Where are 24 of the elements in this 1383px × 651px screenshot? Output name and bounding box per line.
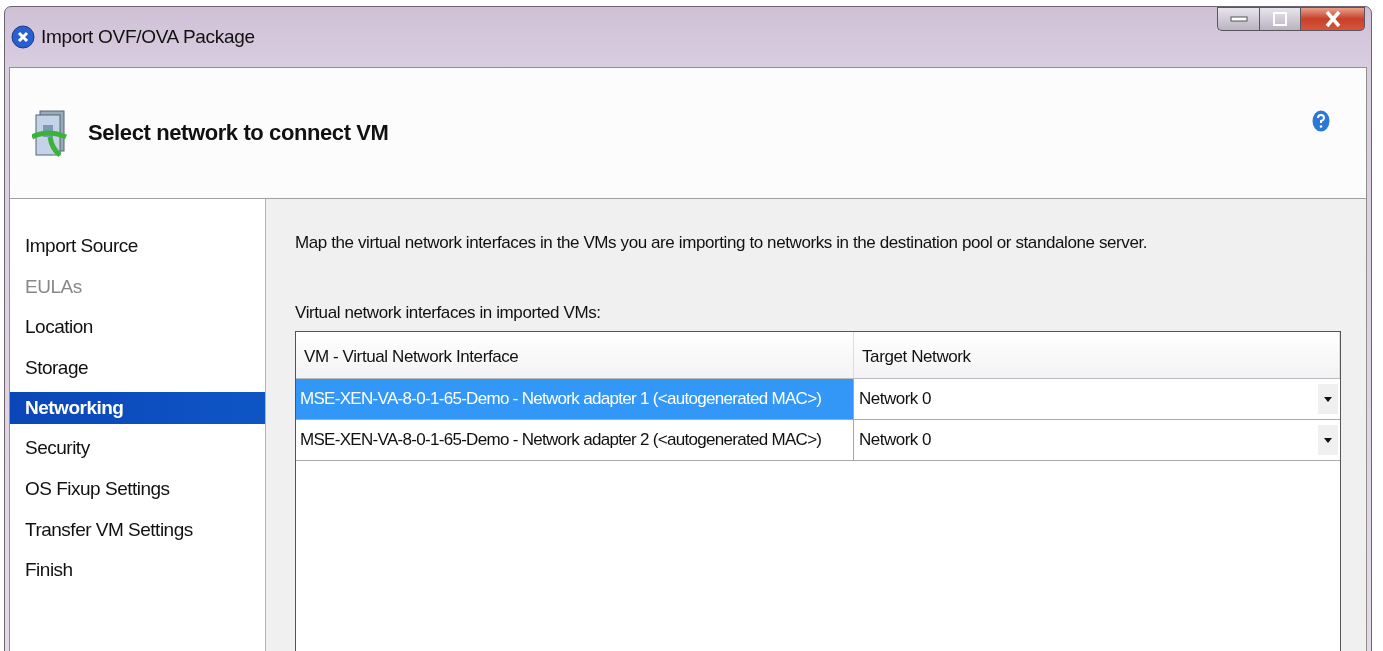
step-item[interactable]: Storage [10,350,265,392]
close-icon [1324,10,1341,28]
page-title: Select network to connect VM [88,120,389,146]
table-caption: Virtual network interfaces in imported VMs: [295,303,602,323]
maximize-button[interactable] [1259,7,1301,31]
step-item[interactable]: Security [10,431,265,472]
maximize-icon [1273,12,1287,26]
minimize-button[interactable] [1217,7,1259,31]
step-item[interactable]: OS Fixup Settings [10,471,265,513]
step-item[interactable]: Networking [10,392,265,425]
help-icon[interactable] [1312,110,1330,132]
window-title: Import OVF/OVA Package [41,26,255,48]
step-item[interactable]: Location [10,310,265,351]
minimize-icon [1229,16,1248,22]
dropdown-arrow-icon [1324,396,1332,402]
step-item[interactable]: Import Source [10,229,265,270]
dropdown-arrow-icon [1324,437,1332,443]
close-circle-icon [11,25,35,49]
description-text: Map the virtual network interfaces in the VMs you are importing to networks in the destination pool or standalone server. [295,233,1149,253]
step-item[interactable]: Transfer VM Settings [10,512,265,554]
step-item[interactable]: Finish [10,553,265,594]
close-button[interactable] [1301,7,1365,31]
column-header[interactable]: VM - Virtual Network Interface [296,332,854,378]
column-header[interactable]: Target Network [854,332,1340,378]
